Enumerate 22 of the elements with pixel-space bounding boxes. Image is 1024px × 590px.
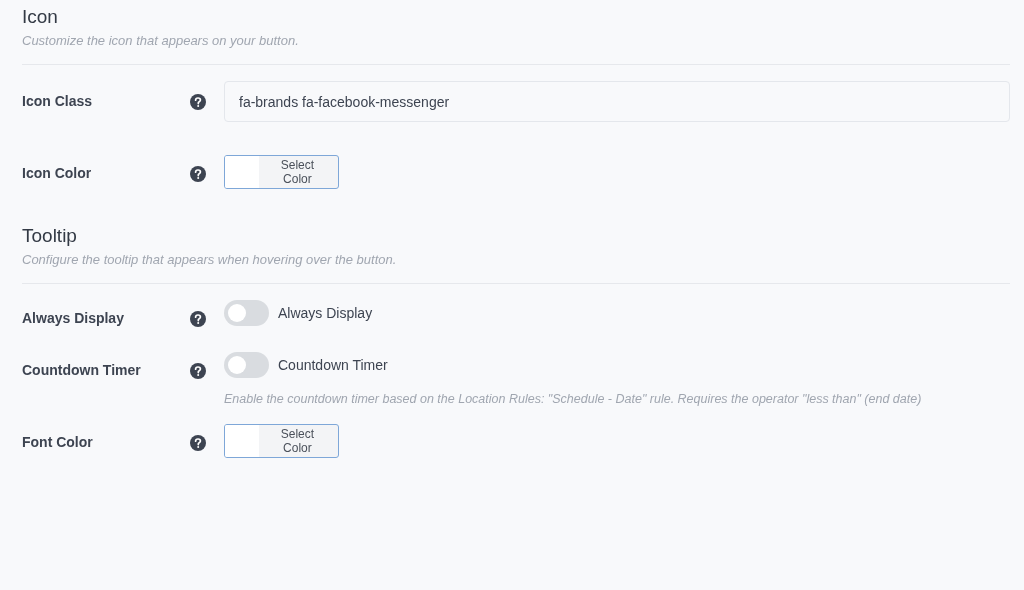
- select-color-button[interactable]: Select Color: [224, 424, 339, 458]
- section-title: Tooltip: [22, 224, 78, 248]
- help-text: Enable the countdown timer based on the Location Rules: "Schedule - Date" rule. Requires the operator "less than" (end date): [224, 392, 923, 406]
- field-label: Icon Class: [22, 92, 94, 109]
- section-description: Customize the icon that appears on your button.: [22, 32, 300, 50]
- field-label: Countdown Timer: [22, 361, 142, 378]
- toggle-label: Always Display: [278, 305, 373, 321]
- section-title: Icon: [22, 5, 59, 29]
- help-icon[interactable]: [190, 94, 206, 110]
- field-label: Always Display: [22, 309, 125, 326]
- help-icon[interactable]: [190, 166, 206, 182]
- toggle-switch[interactable]: [224, 352, 269, 378]
- toggle-label: Countdown Timer: [278, 357, 388, 373]
- section-description: Configure the tooltip that appears when hovering over the button.: [22, 251, 398, 269]
- field-label: Icon Color: [22, 164, 93, 181]
- help-icon[interactable]: [190, 311, 206, 327]
- toggle-switch[interactable]: [224, 300, 269, 326]
- icon-class-field[interactable]: fa-brands fa-facebook-messenger: [224, 81, 1010, 122]
- help-icon[interactable]: [190, 363, 206, 379]
- select-color-button[interactable]: Select Color: [224, 155, 339, 189]
- help-icon[interactable]: [190, 435, 206, 451]
- field-label: Font Color: [22, 433, 94, 450]
